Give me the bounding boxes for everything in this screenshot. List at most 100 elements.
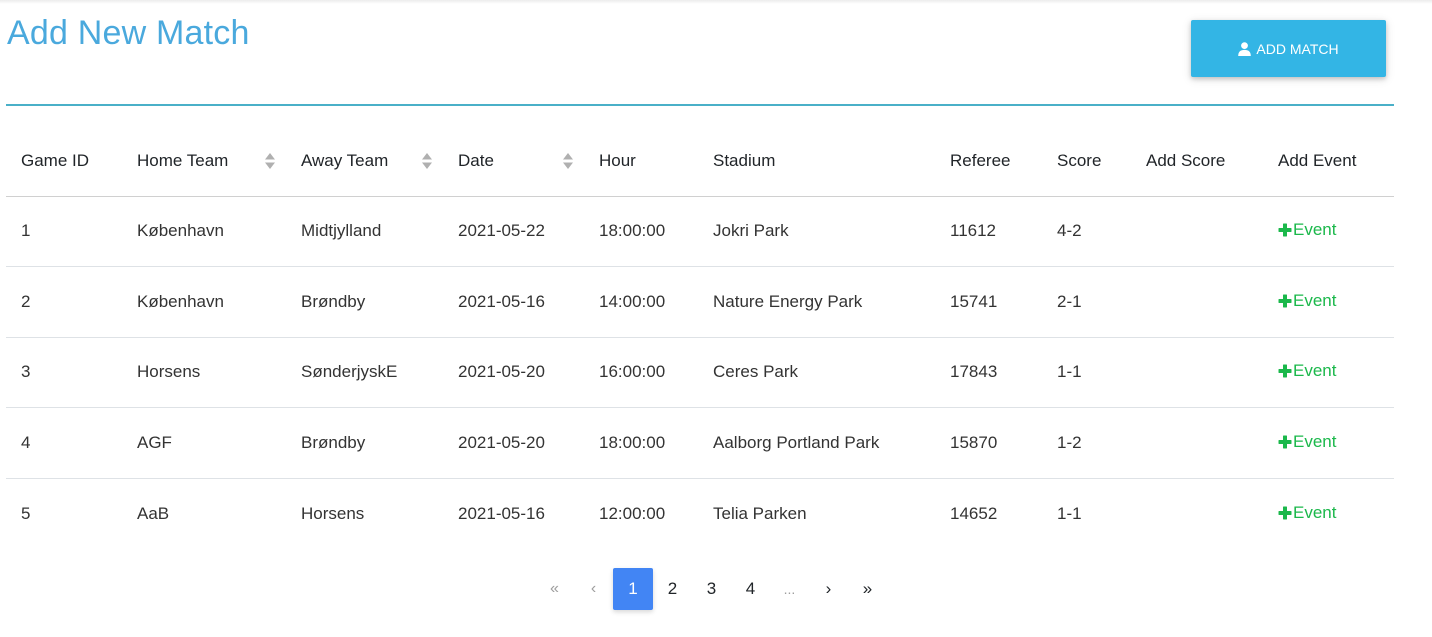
plus-icon xyxy=(1278,364,1292,378)
header-score: Score xyxy=(1042,126,1131,197)
cell-game-id: 1 xyxy=(6,196,122,267)
cell-add-score[interactable] xyxy=(1131,407,1263,479)
cell-home-team: København xyxy=(122,196,286,267)
cell-score: 1-1 xyxy=(1042,337,1131,408)
page-button-1[interactable]: 1 xyxy=(613,568,653,610)
pagination: « ‹ 1 2 3 4 ... › » xyxy=(535,568,887,610)
cell-add-event: Event xyxy=(1263,478,1394,549)
add-event-link[interactable]: Event xyxy=(1278,291,1336,311)
next-page-button[interactable]: › xyxy=(809,568,848,610)
cell-score: 1-1 xyxy=(1057,503,1082,523)
cell-score: 4-2 xyxy=(1042,196,1131,267)
cell-add-score[interactable] xyxy=(1131,266,1263,338)
cell-add-event: Event xyxy=(1263,196,1394,267)
cell-referee: 14652 xyxy=(950,503,998,523)
cell-referee: 17843 xyxy=(935,337,1042,408)
pagination-ellipsis: ... xyxy=(783,581,796,597)
cell-stadium: Aalborg Portland Park xyxy=(698,407,935,479)
table-row: 3 Horsens SønderjyskE 2021-05-20 16:00:0… xyxy=(6,337,1394,408)
header-add-event: Add Event xyxy=(1263,126,1394,197)
cell-away-team: Brøndby xyxy=(286,407,443,479)
cell-referee: 11612 xyxy=(935,196,1042,267)
cell-date: 2021-05-20 xyxy=(443,337,584,408)
header-home-team[interactable]: Home Team xyxy=(122,126,286,197)
header-hour: Hour xyxy=(584,126,698,197)
last-page-button[interactable]: » xyxy=(848,568,887,610)
page-title: Add New Match xyxy=(7,14,250,52)
cell-add-score[interactable] xyxy=(1131,196,1263,267)
cell-stadium: Jokri Park xyxy=(698,196,935,267)
header-referee: Referee xyxy=(935,126,1042,197)
cell-add-event: Event xyxy=(1263,337,1394,408)
add-event-label: Event xyxy=(1293,220,1337,240)
cell-game-id: 5 xyxy=(21,503,31,523)
cell-date: 2021-05-20 xyxy=(443,407,584,479)
add-event-label: Event xyxy=(1293,290,1337,310)
add-event-link[interactable]: Event xyxy=(1278,432,1336,452)
add-match-button[interactable]: ADD MATCH xyxy=(1191,20,1386,77)
cell-game-id: 2 xyxy=(6,266,122,338)
cell-game-id: 3 xyxy=(6,337,122,408)
sort-icon[interactable] xyxy=(562,152,574,170)
cell-date: 2021-05-16 xyxy=(443,266,584,338)
cell-referee: 15741 xyxy=(935,266,1042,338)
add-event-label: Event xyxy=(1293,502,1337,522)
cell-away-team: Midtjylland xyxy=(286,196,443,267)
cell-home-team: AGF xyxy=(122,407,286,479)
table-header-row: Game ID Home Team Away Team Date Hour St… xyxy=(6,126,1394,197)
table-row: 1 København Midtjylland 2021-05-22 18:00… xyxy=(6,196,1394,267)
cell-hour: 14:00:00 xyxy=(584,266,698,338)
matches-table: Game ID Home Team Away Team Date Hour St… xyxy=(6,126,1394,549)
add-event-label: Event xyxy=(1293,361,1337,381)
previous-page-button[interactable]: ‹ xyxy=(574,568,613,610)
page-button-3[interactable]: 3 xyxy=(692,568,731,610)
cell-stadium: Ceres Park xyxy=(698,337,935,408)
user-icon xyxy=(1238,41,1252,56)
sort-icon[interactable] xyxy=(264,152,276,170)
cell-home-team: København xyxy=(122,266,286,338)
cell-date: 2021-05-16 xyxy=(458,503,545,523)
cell-score: 2-1 xyxy=(1042,266,1131,338)
cell-date: 2021-05-22 xyxy=(443,196,584,267)
cell-hour: 18:00:00 xyxy=(584,196,698,267)
cell-hour: 12:00:00 xyxy=(599,503,666,523)
header-stadium: Stadium xyxy=(698,126,935,197)
cell-stadium: Nature Energy Park xyxy=(698,266,935,338)
table-row: 5 AaB Horsens 2021-05-16 12:00:00 Telia … xyxy=(6,478,1394,549)
page-button-4[interactable]: 4 xyxy=(731,568,770,610)
add-event-link[interactable]: Event xyxy=(1278,220,1336,240)
add-event-label: Event xyxy=(1293,431,1337,451)
cell-add-event: Event xyxy=(1263,266,1394,338)
header-away-team[interactable]: Away Team xyxy=(286,126,443,197)
cell-add-score[interactable] xyxy=(1131,337,1263,408)
add-match-label: ADD MATCH xyxy=(1256,40,1339,57)
cell-away-team: SønderjyskE xyxy=(286,337,443,408)
cell-referee: 15870 xyxy=(935,407,1042,479)
cell-add-score[interactable] xyxy=(1131,478,1263,549)
plus-icon xyxy=(1278,506,1292,519)
add-event-link[interactable]: Event xyxy=(1278,361,1336,381)
first-page-button[interactable]: « xyxy=(535,568,574,610)
sort-icon[interactable] xyxy=(421,152,433,170)
add-event-link[interactable]: Event xyxy=(1278,503,1336,523)
header-add-score: Add Score xyxy=(1131,126,1263,197)
cell-hour: 18:00:00 xyxy=(584,407,698,479)
cell-home-team: Horsens xyxy=(122,337,286,408)
page-button-2[interactable]: 2 xyxy=(653,568,692,610)
table-row: 2 København Brøndby 2021-05-16 14:00:00 … xyxy=(6,266,1394,338)
cell-game-id: 4 xyxy=(6,407,122,479)
cell-hour: 16:00:00 xyxy=(584,337,698,408)
cell-away-team: Horsens xyxy=(301,503,365,523)
header-game-id: Game ID xyxy=(6,126,122,197)
cell-add-event: Event xyxy=(1263,407,1394,479)
header-date[interactable]: Date xyxy=(443,126,584,197)
plus-icon xyxy=(1278,294,1292,308)
plus-icon xyxy=(1278,223,1292,237)
cell-home-team: AaB xyxy=(137,503,170,523)
top-bar-shadow xyxy=(0,0,1432,4)
cell-away-team: Brøndby xyxy=(286,266,443,338)
table-row: 4 AGF Brøndby 2021-05-20 18:00:00 Aalbor… xyxy=(6,407,1394,479)
cell-score: 1-2 xyxy=(1042,407,1131,479)
plus-icon xyxy=(1278,435,1292,449)
cell-stadium: Telia Parken xyxy=(713,503,807,523)
